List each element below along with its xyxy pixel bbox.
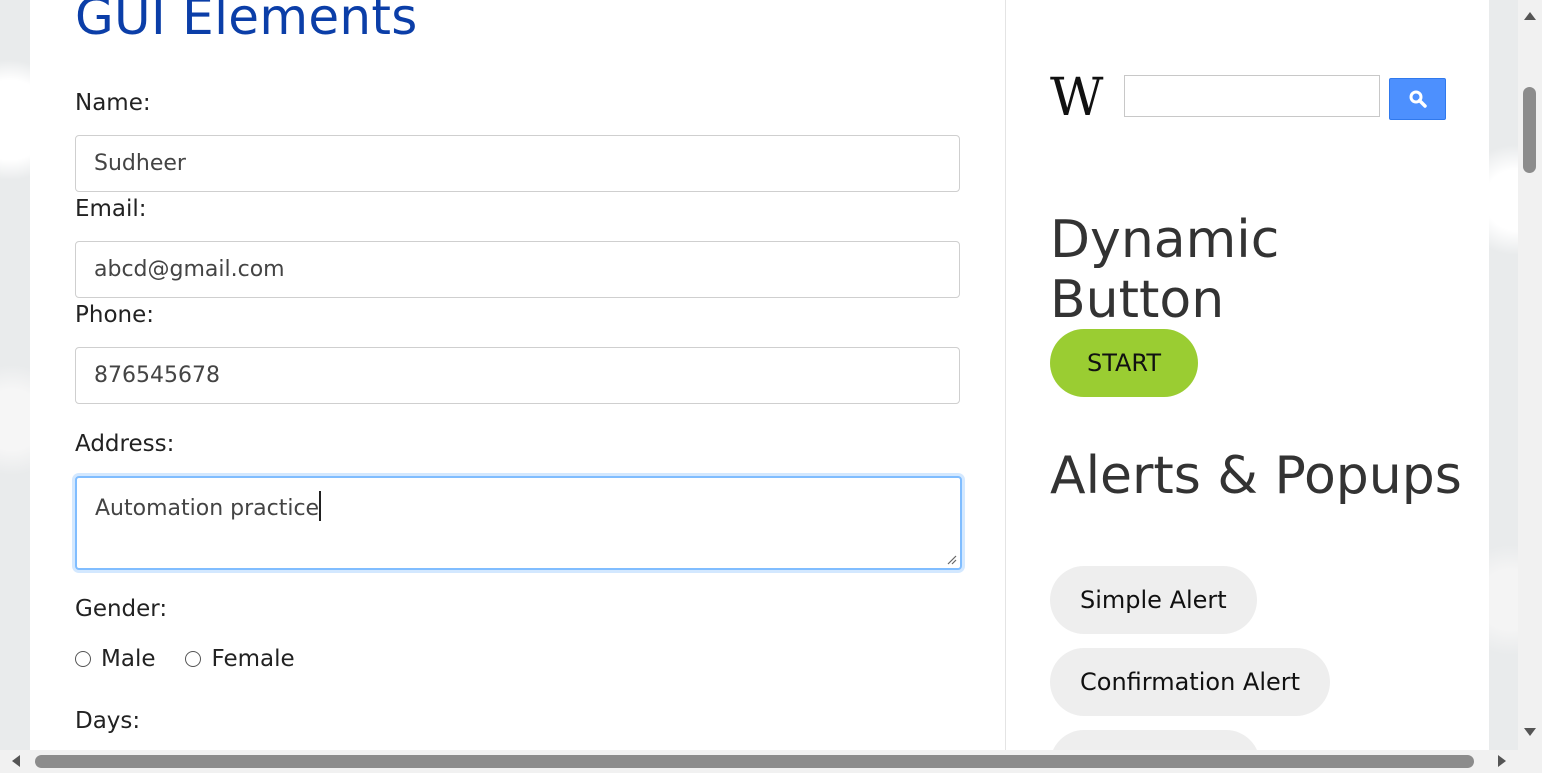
address-textarea[interactable]: Automation practice [75, 476, 962, 570]
scroll-up-arrow-icon[interactable] [1524, 12, 1536, 20]
female-radio-label: Female [211, 646, 295, 672]
phone-label: Phone: [75, 302, 154, 328]
magnifier-icon [1409, 90, 1427, 108]
days-label: Days: [75, 708, 141, 734]
wikipedia-search-input[interactable] [1124, 75, 1380, 117]
start-button[interactable]: START [1050, 329, 1198, 397]
male-radio[interactable] [75, 651, 91, 667]
page-content: GUI Elements Name: Sudheer Email: abcd@g… [30, 0, 1489, 773]
confirmation-alert-button[interactable]: Confirmation Alert [1050, 648, 1331, 716]
address-label: Address: [75, 431, 175, 457]
vertical-scrollbar-thumb[interactable] [1523, 87, 1536, 173]
phone-input[interactable]: 876545678 [75, 347, 960, 404]
column-divider [1005, 0, 1006, 750]
name-label: Name: [75, 90, 151, 116]
email-input[interactable]: abcd@gmail.com [75, 241, 960, 298]
horizontal-scrollbar[interactable] [0, 750, 1542, 773]
scroll-right-arrow-icon[interactable] [1498, 755, 1506, 767]
email-label: Email: [75, 196, 147, 222]
dynamic-button-title: Dynamic Button [1050, 210, 1280, 330]
female-radio[interactable] [185, 651, 202, 667]
horizontal-scrollbar-thumb[interactable] [35, 755, 1474, 768]
text-caret [319, 491, 321, 521]
browser-viewport: GUI Elements Name: Sudheer Email: abcd@g… [0, 0, 1542, 773]
gender-option-male[interactable]: Male [75, 646, 155, 672]
scroll-down-arrow-icon[interactable] [1524, 728, 1536, 736]
male-radio-label: Male [101, 646, 156, 672]
alerts-popups-title: Alerts & Popups [1050, 446, 1462, 506]
gender-radio-group: Male Female [75, 646, 325, 672]
page-title: GUI Elements [75, 0, 418, 46]
gender-option-female[interactable]: Female [185, 646, 295, 672]
wikipedia-logo: W [1050, 68, 1104, 128]
name-input[interactable]: Sudheer [75, 135, 960, 192]
vertical-scrollbar[interactable] [1518, 0, 1542, 750]
scroll-left-arrow-icon[interactable] [12, 755, 20, 767]
resize-grip-icon[interactable] [947, 555, 957, 565]
wikipedia-search-button[interactable] [1389, 78, 1446, 120]
simple-alert-button[interactable]: Simple Alert [1050, 566, 1257, 634]
gender-label: Gender: [75, 596, 168, 622]
address-text: Automation practice [95, 496, 320, 521]
